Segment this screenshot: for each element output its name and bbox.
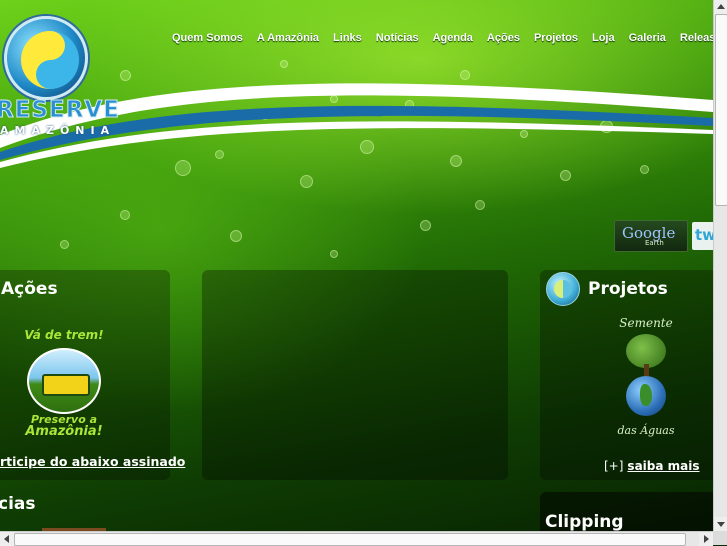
nav-loja[interactable]: Loja <box>585 32 622 44</box>
saiba-mais-link[interactable]: saiba mais <box>627 459 699 473</box>
va-de-trem-badge[interactable]: Vá de trem! Preservo a Amazônia! <box>20 326 108 441</box>
scroll-right-icon[interactable] <box>699 532 713 546</box>
twitter-icon: tw <box>695 226 713 244</box>
nav-releases[interactable]: Releases <box>673 32 713 44</box>
projetos-globe-icon <box>546 272 580 306</box>
acoes-heading: Ações <box>1 279 58 299</box>
nav-agenda[interactable]: Agenda <box>426 32 480 44</box>
scroll-down-icon[interactable] <box>714 517 727 531</box>
scrollbar-corner <box>713 531 727 545</box>
das-aguas-title: das Águas <box>617 424 675 437</box>
google-earth-button[interactable]: Google Earth <box>614 220 688 252</box>
logo-text: RESERVE <box>0 97 120 124</box>
va-de-trem-title: Vá de trem! <box>24 328 104 342</box>
clipping-heading: Clipping <box>545 512 624 531</box>
google-earth-product: Earth <box>645 239 664 247</box>
scroll-up-icon[interactable] <box>714 0 727 14</box>
nav-a-amazonia[interactable]: A Amazônia <box>250 32 326 44</box>
nav-galeria[interactable]: Galeria <box>622 32 673 44</box>
twitter-button[interactable]: tw <box>692 222 713 250</box>
semente-title: Semente <box>619 316 673 330</box>
projetos-heading: Projetos <box>588 279 668 299</box>
abaixo-assinado-link[interactable]: rticipe do abaixo assinado <box>0 454 185 469</box>
logo[interactable]: RESERVE AMAZÔNIA <box>0 14 119 139</box>
vertical-scrollbar[interactable] <box>713 0 727 531</box>
scroll-left-icon[interactable] <box>0 532 14 546</box>
saiba-mais-prefix: [+] <box>604 459 624 473</box>
horizontal-scroll-thumb[interactable] <box>14 533 686 546</box>
nav-projetos[interactable]: Projetos <box>527 32 585 44</box>
saiba-mais: [+] saiba mais <box>604 459 700 473</box>
preservo-amazonia-text: Preservo a Amazônia! <box>20 414 108 439</box>
page: RESERVE AMAZÔNIA Quem Somos A Amazônia L… <box>0 0 713 531</box>
featured-panel <box>202 270 508 480</box>
preservo-line-2: Amazônia! <box>25 424 103 439</box>
main-nav: Quem Somos A Amazônia Links Notícias Age… <box>172 32 713 44</box>
semente-das-aguas-badge[interactable]: Semente das Águas <box>604 316 688 440</box>
globe-icon <box>626 376 666 416</box>
tree-icon <box>626 334 666 368</box>
noticias-heading: cias <box>0 494 36 514</box>
vertical-scroll-thumb[interactable] <box>715 14 727 206</box>
horizontal-scrollbar[interactable] <box>0 531 713 546</box>
nav-links[interactable]: Links <box>326 32 369 44</box>
nav-noticias[interactable]: Notícias <box>369 32 426 44</box>
logo-subtitle: AMAZÔNIA <box>0 124 116 137</box>
train-icon <box>27 348 101 414</box>
nav-quem-somos[interactable]: Quem Somos <box>172 32 250 44</box>
logo-emblem-icon <box>4 16 88 100</box>
nav-acoes[interactable]: Ações <box>480 32 527 44</box>
